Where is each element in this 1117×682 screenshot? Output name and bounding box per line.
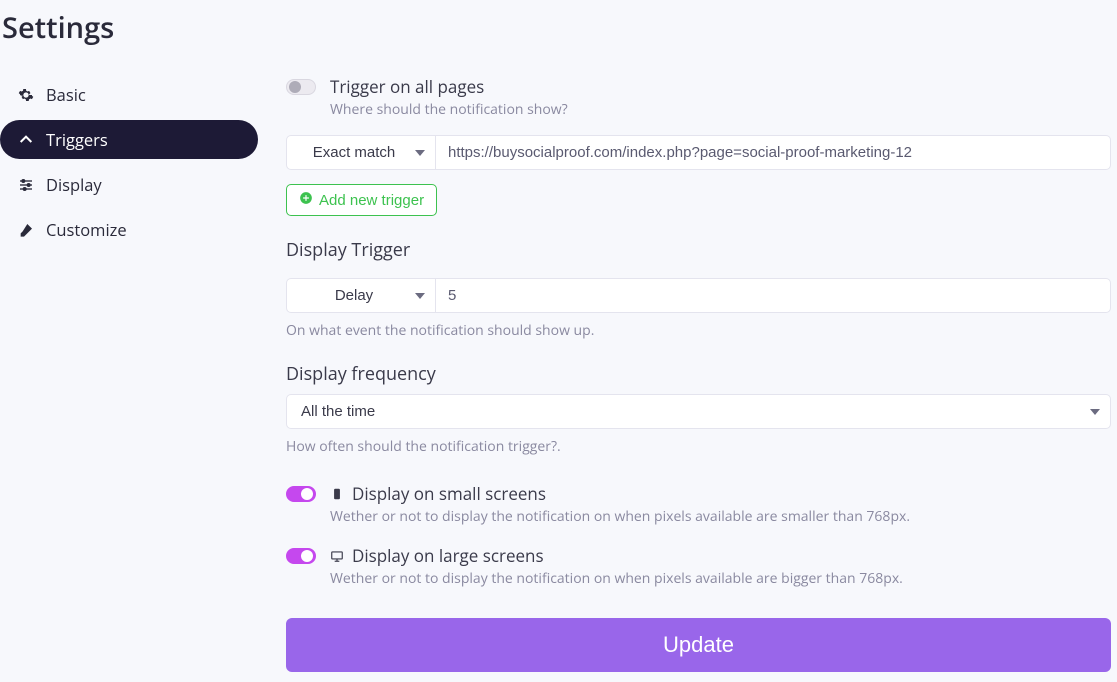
display-trigger-row: Delay bbox=[286, 278, 1111, 313]
display-frequency-select[interactable]: All the time bbox=[286, 394, 1111, 429]
sidebar-item-label: Display bbox=[46, 173, 102, 196]
display-trigger-title: Display Trigger bbox=[286, 238, 1111, 262]
large-screens-label: Display on large screens bbox=[352, 544, 544, 567]
large-screens-helper: Wether or not to display the notificatio… bbox=[330, 569, 903, 588]
match-rule-row: Exact match bbox=[286, 135, 1111, 170]
small-screens-helper: Wether or not to display the notificatio… bbox=[330, 507, 910, 526]
small-screens-toggle[interactable] bbox=[286, 486, 316, 502]
chevron-up-icon bbox=[18, 132, 34, 148]
match-type-select[interactable]: Exact match bbox=[286, 135, 436, 170]
sidebar-item-customize[interactable]: Customize bbox=[0, 210, 258, 249]
large-screens-row: Display on large screens Wether or not t… bbox=[286, 544, 1111, 588]
small-screens-label: Display on small screens bbox=[352, 482, 546, 505]
settings-main: Trigger on all pages Where should the no… bbox=[286, 75, 1117, 672]
settings-sidebar: Basic Triggers Display Customize bbox=[0, 75, 258, 672]
plus-circle-icon bbox=[299, 191, 313, 209]
large-screens-toggle[interactable] bbox=[286, 548, 316, 564]
display-frequency-title: Display frequency bbox=[286, 362, 1111, 386]
add-trigger-button[interactable]: Add new trigger bbox=[286, 184, 437, 216]
display-frequency-row: All the time bbox=[286, 394, 1111, 429]
gear-icon bbox=[18, 87, 34, 103]
sidebar-item-label: Customize bbox=[46, 218, 127, 241]
page-title: Settings bbox=[0, 0, 1117, 53]
display-trigger-helper: On what event the notification should sh… bbox=[286, 321, 1111, 340]
display-trigger-select[interactable]: Delay bbox=[286, 278, 436, 313]
sidebar-item-basic[interactable]: Basic bbox=[0, 75, 258, 114]
trigger-all-pages-row: Trigger on all pages Where should the no… bbox=[286, 75, 1111, 119]
sidebar-item-label: Triggers bbox=[46, 128, 108, 151]
brush-icon bbox=[18, 222, 34, 238]
trigger-all-pages-toggle[interactable] bbox=[286, 79, 316, 95]
sidebar-item-display[interactable]: Display bbox=[0, 165, 258, 204]
update-button[interactable]: Update bbox=[286, 618, 1111, 672]
sidebar-item-triggers[interactable]: Triggers bbox=[0, 120, 258, 159]
add-trigger-label: Add new trigger bbox=[319, 192, 424, 209]
sliders-icon bbox=[18, 177, 34, 193]
trigger-all-pages-label: Trigger on all pages bbox=[330, 75, 484, 98]
sidebar-item-label: Basic bbox=[46, 83, 86, 106]
desktop-icon bbox=[330, 549, 344, 563]
trigger-all-pages-helper: Where should the notification show? bbox=[330, 100, 568, 119]
display-frequency-helper: How often should the notification trigge… bbox=[286, 437, 1111, 456]
display-trigger-value-input[interactable] bbox=[436, 278, 1111, 313]
small-screens-row: Display on small screens Wether or not t… bbox=[286, 482, 1111, 526]
mobile-icon bbox=[330, 487, 344, 501]
match-url-input[interactable] bbox=[436, 135, 1111, 170]
